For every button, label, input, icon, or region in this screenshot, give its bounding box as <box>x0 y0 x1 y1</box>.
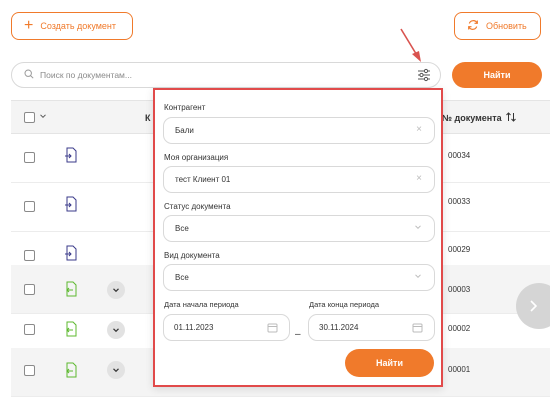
doc-type-value: Все <box>175 273 189 282</box>
doc-number: 00034 <box>448 151 471 160</box>
chevron-down-icon <box>113 368 119 373</box>
filter-panel: Контрагент Бали × Моя организация тест К… <box>153 88 443 387</box>
search-input[interactable] <box>40 70 400 80</box>
calendar-icon[interactable] <box>267 322 278 335</box>
end-date-label: Дата конца периода <box>309 300 380 309</box>
status-label: Статус документа <box>164 202 231 211</box>
filter-find-button[interactable]: Найти <box>345 349 434 377</box>
expand-row-button[interactable] <box>107 281 125 299</box>
refresh-icon <box>467 19 479 33</box>
column-header-counterparty[interactable]: К <box>145 113 151 123</box>
start-date-value: 01.11.2023 <box>174 323 214 332</box>
date-range-separator: – <box>295 329 301 340</box>
end-date-value: 30.11.2024 <box>319 323 359 332</box>
outgoing-doc-icon <box>64 362 78 380</box>
outgoing-doc-icon <box>64 281 78 299</box>
refresh-button[interactable]: Обновить <box>454 12 541 40</box>
doc-number: 00003 <box>448 285 471 294</box>
end-date-field[interactable]: 30.11.2024 <box>308 314 435 341</box>
organization-label: Моя организация <box>164 153 229 162</box>
search-icon <box>24 69 34 81</box>
counterparty-label: Контрагент <box>164 103 206 112</box>
chevron-down-icon <box>113 288 119 293</box>
chevron-down-icon <box>113 328 119 333</box>
row-checkbox[interactable] <box>24 284 35 295</box>
sort-icon[interactable] <box>505 111 517 125</box>
filter-settings-icon[interactable] <box>417 68 431 84</box>
status-value: Все <box>175 224 189 233</box>
plus-icon: + <box>24 17 34 34</box>
select-all-checkbox[interactable] <box>24 112 35 123</box>
chevron-down-icon <box>414 272 422 283</box>
expand-row-button[interactable] <box>107 321 125 339</box>
counterparty-value: Бали <box>175 126 194 135</box>
create-document-button[interactable]: + Создать документ <box>11 12 133 40</box>
chevron-right-icon <box>530 300 538 312</box>
organization-field[interactable]: тест Клиент 01 × <box>163 166 435 193</box>
doc-number: 00029 <box>448 245 471 254</box>
row-checkbox[interactable] <box>24 324 35 335</box>
clear-icon[interactable]: × <box>416 174 422 184</box>
row-checkbox[interactable] <box>24 152 35 163</box>
expand-row-button[interactable] <box>107 361 125 379</box>
doc-type-select[interactable]: Все <box>163 264 435 291</box>
status-select[interactable]: Все <box>163 215 435 242</box>
start-date-field[interactable]: 01.11.2023 <box>163 314 290 341</box>
search-bar <box>11 62 441 88</box>
incoming-doc-icon <box>64 245 78 263</box>
counterparty-field[interactable]: Бали × <box>163 117 435 144</box>
incoming-doc-icon <box>64 196 78 214</box>
outgoing-doc-icon <box>64 321 78 339</box>
chevron-down-icon[interactable] <box>39 112 47 122</box>
row-checkbox[interactable] <box>24 201 35 212</box>
doc-number: 00001 <box>448 365 471 374</box>
row-checkbox[interactable] <box>24 365 35 376</box>
start-date-label: Дата начала периода <box>164 300 239 309</box>
create-document-label: Создать документ <box>40 21 117 31</box>
row-checkbox[interactable] <box>24 250 35 261</box>
refresh-label: Обновить <box>486 21 527 31</box>
chevron-down-icon <box>414 223 422 234</box>
doc-number: 00033 <box>448 197 471 206</box>
calendar-icon[interactable] <box>412 322 423 335</box>
organization-value: тест Клиент 01 <box>175 175 231 184</box>
doc-type-label: Вид документа <box>164 251 220 260</box>
doc-number: 00002 <box>448 324 471 333</box>
clear-icon[interactable]: × <box>416 125 422 135</box>
search-find-button[interactable]: Найти <box>452 62 542 88</box>
column-header-doc-number[interactable]: № документа <box>442 113 502 123</box>
incoming-doc-icon <box>64 147 78 165</box>
